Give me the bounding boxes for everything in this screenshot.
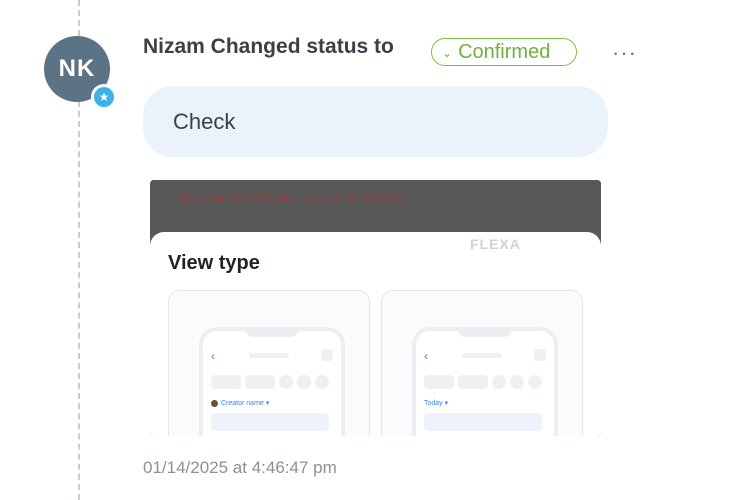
timestamp: 01/14/2025 at 4:46:47 pm (143, 458, 337, 477)
comment-text: Check (173, 108, 236, 134)
star-icon: ★ (94, 87, 114, 107)
status-label: Confirmed (458, 40, 551, 63)
back-arrow-icon: ‹ (424, 349, 428, 363)
watermark: FLEXA (470, 236, 521, 252)
view-type-card: ‹ Today ▾ (381, 290, 583, 436)
view-type-title: View type (168, 252, 260, 274)
chevron-down-icon: ⌄ (442, 46, 453, 60)
status-badge[interactable]: ⌄ Confirmed (431, 38, 577, 66)
more-options-button[interactable]: ··· (612, 40, 637, 66)
card-label: Today ▾ (424, 400, 449, 407)
attachment-header-text: Starts Jan 05 10:04 AM - Due Jan 05 11:0… (178, 192, 408, 204)
creator-avatar-icon (211, 399, 218, 407)
activity-heading: Nizam Changed status to (143, 35, 394, 58)
phone-mockup: ‹ Creator name ▾ (199, 327, 345, 436)
card-label: Creator name ▾ (221, 400, 270, 407)
comment-bubble: Check (143, 86, 608, 157)
phone-mockup: ‹ Today ▾ (412, 327, 558, 436)
avatar-badge: ★ (91, 84, 117, 110)
attachment-header-bar: Starts Jan 05 10:04 AM - Due Jan 05 11:0… (150, 180, 601, 232)
avatar-initials: NK (58, 55, 96, 82)
back-arrow-icon: ‹ (211, 349, 215, 363)
attachment-image[interactable]: Starts Jan 05 10:04 AM - Due Jan 05 11:0… (150, 180, 601, 436)
view-type-card: ‹ Creator name ▾ (168, 290, 370, 436)
